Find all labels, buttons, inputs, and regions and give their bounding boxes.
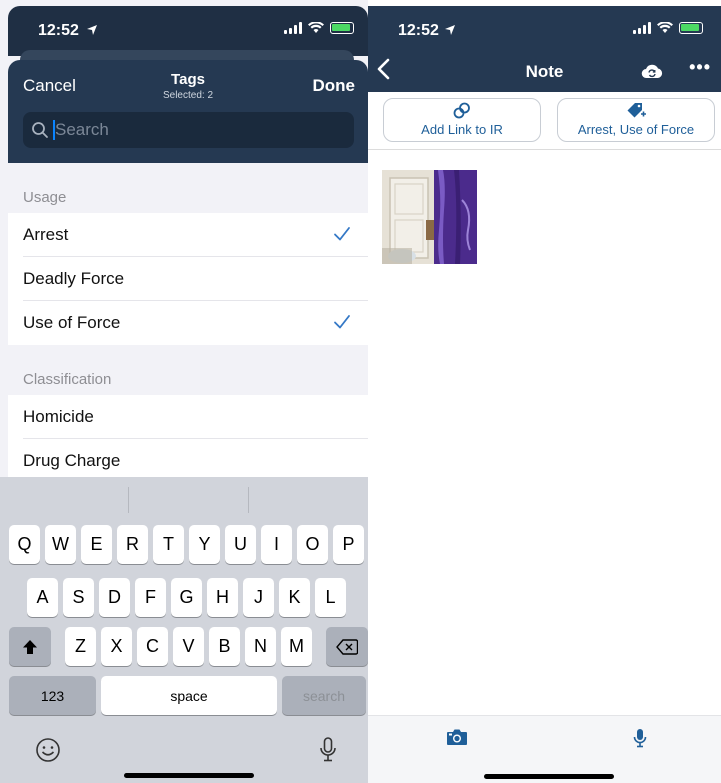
tag-row-use-of-force[interactable]: Use of Force xyxy=(8,301,368,345)
key-k[interactable]: K xyxy=(279,578,310,617)
more-options-icon[interactable]: ••• xyxy=(689,58,711,76)
backspace-icon xyxy=(336,638,358,655)
key-v[interactable]: V xyxy=(173,627,204,666)
numbers-key[interactable]: 123 xyxy=(9,676,96,715)
search-input[interactable] xyxy=(55,120,335,140)
key-h[interactable]: H xyxy=(207,578,238,617)
shift-key[interactable] xyxy=(9,627,51,666)
key-x[interactable]: X xyxy=(101,627,132,666)
key-l[interactable]: L xyxy=(315,578,346,617)
note-title: Note xyxy=(525,62,564,81)
status-time: 12:52 xyxy=(38,22,79,39)
key-c[interactable]: C xyxy=(137,627,168,666)
keyboard-row-4: 123 space search xyxy=(9,676,366,715)
key-f[interactable]: F xyxy=(135,578,166,617)
add-link-to-ir-button[interactable]: Add Link to IR xyxy=(383,98,541,142)
keyboard-row-1: QWERTYUIOP xyxy=(9,525,364,564)
tags-list: Usage Arrest Deadly Force Use of Force C… xyxy=(8,163,368,483)
key-j[interactable]: J xyxy=(243,578,274,617)
tag-label: Homicide xyxy=(23,407,94,426)
key-r[interactable]: R xyxy=(117,525,148,564)
note-action-bar: Add Link to IR Arrest, Use of Force xyxy=(368,92,721,150)
key-w[interactable]: W xyxy=(45,525,76,564)
keyboard-row-3: ZXCVBNM xyxy=(9,627,368,666)
search-key[interactable]: search xyxy=(282,676,366,715)
tag-row-homicide[interactable]: Homicide xyxy=(8,395,368,439)
done-button[interactable]: Done xyxy=(313,76,356,96)
keyboard: QWERTYUIOP ASDFGHJKL ZXCVBNM 123 space s… xyxy=(0,477,368,783)
status-time: 12:52 xyxy=(398,22,439,39)
space-key[interactable]: space xyxy=(101,676,277,715)
tag-label: Arrest xyxy=(23,225,69,244)
section-header-usage: Usage xyxy=(8,163,368,213)
key-t[interactable]: T xyxy=(153,525,184,564)
tags-button[interactable]: Arrest, Use of Force xyxy=(557,98,715,142)
note-top-bar: 12:52 Note ••• xyxy=(368,6,721,92)
section-header-classification: Classification xyxy=(8,345,368,395)
backspace-key[interactable] xyxy=(326,627,368,666)
emoji-icon[interactable] xyxy=(35,737,61,768)
key-z[interactable]: Z xyxy=(65,627,96,666)
tags-screen: 12:52 Cancel Tags Selected: 2 Done Usage… xyxy=(0,0,368,783)
suggestion-bar xyxy=(0,477,368,523)
wifi-icon xyxy=(657,22,673,33)
checkmark-icon xyxy=(334,227,350,241)
home-indicator xyxy=(484,774,614,779)
key-p[interactable]: P xyxy=(333,525,364,564)
location-arrow-icon xyxy=(86,23,98,41)
key-e[interactable]: E xyxy=(81,525,112,564)
key-b[interactable]: B xyxy=(209,627,240,666)
key-o[interactable]: O xyxy=(297,525,328,564)
battery-icon xyxy=(679,22,703,34)
note-screen: 12:52 Note ••• Add Link to IR Arrest, Us… xyxy=(368,0,721,783)
checkmark-icon xyxy=(334,315,350,329)
tag-label: Deadly Force xyxy=(23,269,125,288)
signal-icon xyxy=(284,22,302,34)
link-icon xyxy=(453,102,470,119)
camera-icon[interactable] xyxy=(446,728,468,751)
cloud-sync-icon[interactable] xyxy=(641,62,663,85)
signal-icon xyxy=(633,22,651,34)
tags-header: Cancel Tags Selected: 2 Done xyxy=(8,60,368,163)
tag-row-deadly-force[interactable]: Deadly Force xyxy=(8,257,368,301)
home-indicator xyxy=(124,773,254,778)
tag-label: Drug Charge xyxy=(23,451,121,470)
wifi-icon xyxy=(308,22,324,33)
status-bar: 12:52 xyxy=(8,6,368,56)
add-link-label: Add Link to IR xyxy=(421,122,503,137)
key-a[interactable]: A xyxy=(27,578,58,617)
battery-icon xyxy=(330,22,354,34)
key-n[interactable]: N xyxy=(245,627,276,666)
keyboard-row-2: ASDFGHJKL xyxy=(27,578,346,617)
tags-summary-label: Arrest, Use of Force xyxy=(577,122,695,137)
microphone-icon[interactable] xyxy=(633,728,647,753)
key-y[interactable]: Y xyxy=(189,525,220,564)
key-q[interactable]: Q xyxy=(9,525,40,564)
tag-row-arrest[interactable]: Arrest xyxy=(8,213,368,257)
search-icon xyxy=(32,122,48,138)
tag-add-icon xyxy=(627,103,646,118)
attached-photo-thumbnail[interactable] xyxy=(382,170,477,264)
location-arrow-icon xyxy=(444,23,456,41)
tag-label: Use of Force xyxy=(23,313,121,332)
key-d[interactable]: D xyxy=(99,578,130,617)
key-s[interactable]: S xyxy=(63,578,94,617)
key-u[interactable]: U xyxy=(225,525,256,564)
key-g[interactable]: G xyxy=(171,578,202,617)
dictation-mic-icon[interactable] xyxy=(318,736,338,769)
key-i[interactable]: I xyxy=(261,525,292,564)
key-m[interactable]: M xyxy=(281,627,312,666)
search-field[interactable] xyxy=(23,112,354,148)
note-bottom-toolbar xyxy=(368,715,721,783)
shift-icon xyxy=(23,639,37,654)
